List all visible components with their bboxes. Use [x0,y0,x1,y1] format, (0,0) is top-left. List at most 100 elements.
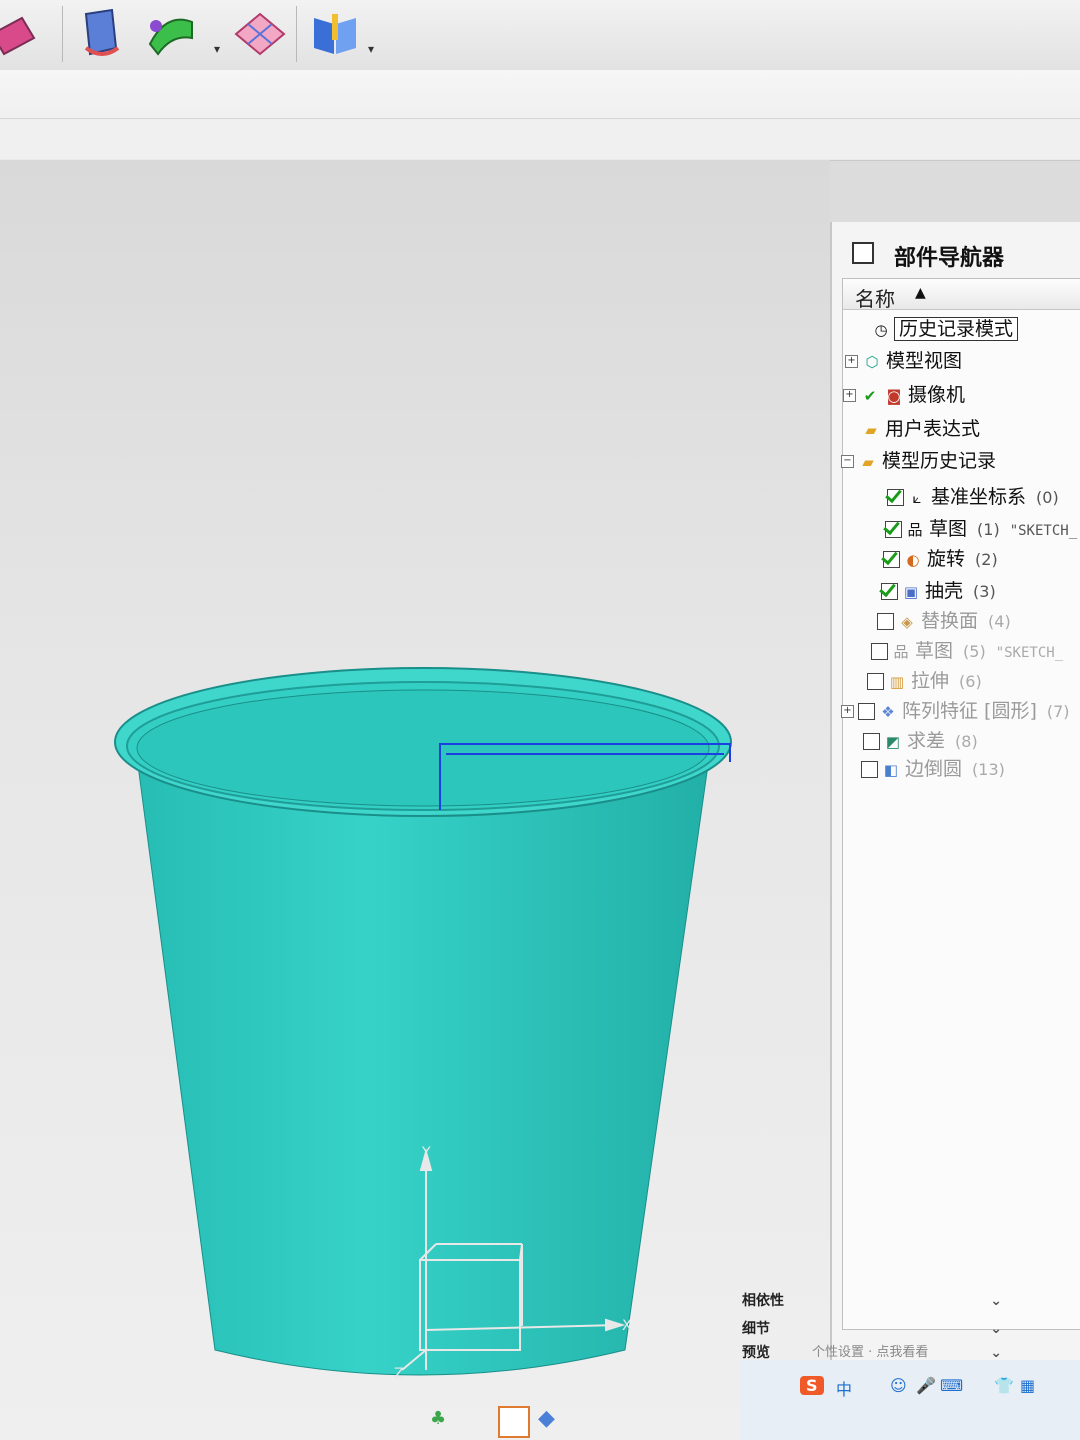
panel-label: 相依性 [742,1293,784,1309]
visibility-checkbox[interactable] [887,489,904,506]
grid-surface-icon[interactable] [230,4,288,62]
sort-ascending-icon[interactable]: ▲ [915,285,926,301]
tree-item-label: 草图 [929,518,968,540]
chevron-down-icon[interactable]: ⌄ [990,1316,1002,1342]
surface-icon[interactable] [0,4,40,62]
emoji-icon[interactable]: ☺ [890,1376,907,1395]
visibility-checkbox[interactable] [877,613,894,630]
graphics-viewport[interactable]: Y X Z [0,160,830,1440]
tree-item-extrude[interactable]: ▥ 拉伸 (6) [867,667,982,695]
keyboard-icon[interactable]: ⌨ [940,1376,963,1395]
visibility-checkbox[interactable] [861,761,878,778]
tree-item-label: 用户表达式 [885,418,981,440]
visibility-checkbox[interactable] [863,733,880,750]
y-axis-label: Y [421,1145,431,1161]
bottom-toolbar: ♣ ◆ [210,1400,770,1440]
clock-icon: ◷ [874,320,888,339]
sketch-name: "SKETCH_ [1009,523,1078,539]
tree-item-label: 模型视图 [886,350,963,372]
cup-model[interactable]: Y X Z [110,660,750,1400]
tree-item-history-mode[interactable]: ◷ 历史记录模式 [871,315,1019,343]
pattern-icon: ❖ [881,702,895,721]
column-header-name[interactable]: 名称 ▲ [843,279,1080,311]
shirt-icon[interactable]: 👕 [994,1376,1014,1395]
tree-item-revolve[interactable]: ◐ 旋转 (2) [883,545,998,573]
book-icon[interactable] [306,4,364,62]
extrude-icon: ▥ [889,672,905,691]
checkmark-icon[interactable]: ✔ [860,386,880,406]
system-tray: S 中 ☺ 🎤 ⌨ 👕 ▦ [740,1360,1080,1440]
panel-dependencies[interactable]: 相依性 ⌄ [742,1288,1072,1314]
ribbon-toolbar: ▾ ▾ [0,0,1080,71]
expand-icon[interactable]: + [841,705,854,718]
feature-number: (4) [988,612,1011,631]
visibility-checkbox[interactable] [871,643,888,660]
feature-tree[interactable]: 名称 ▲ ◷ 历史记录模式 + ⬡ 模型视图 + ✔ ◙ 摄像机 ▰ 用户表达式 − ▰ 模型历史… [841,278,1080,1330]
cube-icon[interactable]: ◆ [538,1406,555,1431]
toolbar-separator [296,6,297,62]
ime-logo-icon[interactable]: S [800,1376,824,1395]
tree-item-label: 边倒圆 [905,758,963,780]
toolbar-separator [62,6,63,62]
tree-item-sketch-5[interactable]: 品草图 (5) "SKETCH_ [871,637,1063,665]
tree-item-label: 抽壳 [925,580,964,602]
tree-item-replace-face[interactable]: ◈ 替换面 (4) [877,607,1011,635]
patch-icon[interactable] [142,4,200,62]
view-icon: ⬡ [865,352,879,371]
tree-item-cameras[interactable]: + ✔ ◙ 摄像机 [843,381,965,409]
bend-icon[interactable] [72,4,130,62]
microphone-icon[interactable]: 🎤 [916,1376,936,1395]
navigator-title: 部件导航器 [894,246,1005,271]
feature-number: (2) [975,550,998,569]
part-navigator: 部件导航器 名称 ▲ ◷ 历史记录模式 + ⬡ 模型视图 + ✔ ◙ 摄像机 ▰ 用户表达式 … [742,222,1080,1440]
navigator-pin-checkbox[interactable] [852,242,874,264]
tree-item-subtract[interactable]: ◩ 求差 (8) [863,727,978,755]
sketch-icon: 品 [893,642,909,661]
feature-number: (6) [959,672,982,691]
feature-number: (0) [1036,488,1059,507]
expand-icon[interactable]: + [845,355,858,368]
visibility-checkbox[interactable] [858,703,875,720]
tree-item-label: 模型历史记录 [882,450,997,472]
panel-details[interactable]: 细节 ⌄ [742,1316,1072,1342]
ime-mode-indicator[interactable]: 中 [836,1376,852,1400]
visibility-checkbox[interactable] [867,673,884,690]
tree-item-pattern-feature[interactable]: + ❖ 阵列特征 [圆形] (7) [841,697,1070,725]
ribbon-band-lower [0,118,1080,159]
panel-label: 细节 [742,1321,770,1337]
tree-item-model-views[interactable]: + ⬡ 模型视图 [845,347,962,375]
expand-icon[interactable]: + [843,389,856,402]
feature-number: (8) [955,732,978,751]
revolve-icon: ◐ [906,550,920,569]
edge-blend-icon: ◧ [883,760,899,779]
collapse-icon[interactable]: − [841,455,854,468]
tree-item-sketch-1[interactable]: 品草图 (1) "SKETCH_ [885,515,1077,543]
visibility-checkbox[interactable] [885,521,902,538]
visibility-checkbox[interactable] [881,583,898,600]
patch-dropdown-icon[interactable]: ▾ [214,42,220,56]
tree-item-user-expressions[interactable]: ▰ 用户表达式 [861,415,980,443]
feature-icon[interactable]: ♣ [430,1408,446,1429]
tree-item-label: 求差 [907,730,946,752]
box-icon[interactable] [498,1406,530,1438]
datum-csys-icon: ⟀ [912,488,922,507]
chevron-down-icon[interactable]: ⌄ [990,1288,1002,1314]
panel-label: 预览 [742,1345,770,1361]
sketch-icon: 品 [907,520,923,539]
camera-icon: ◙ [886,386,902,405]
tree-item-label: 拉伸 [911,670,950,692]
feature-number: (3) [973,582,996,601]
tree-item-datum-csys[interactable]: ⟀ 基准坐标系 (0) [887,483,1059,511]
book-dropdown-icon[interactable]: ▾ [368,42,374,56]
feature-number: (5) [963,642,986,661]
tree-item-edge-blend[interactable]: ◧ 边倒圆 (13) [861,755,1005,783]
subtract-icon: ◩ [885,732,901,751]
tree-item-label: 草图 [915,640,954,662]
tree-item-shell[interactable]: ▣ 抽壳 (3) [881,577,996,605]
tree-item-model-history[interactable]: − ▰ 模型历史记录 [841,447,996,475]
folder-icon: ▰ [865,420,877,439]
visibility-checkbox[interactable] [883,551,900,568]
tree-item-label: 摄像机 [908,384,966,406]
tree-item-label: 历史记录模式 [893,317,1019,341]
grid-icon[interactable]: ▦ [1020,1376,1035,1395]
